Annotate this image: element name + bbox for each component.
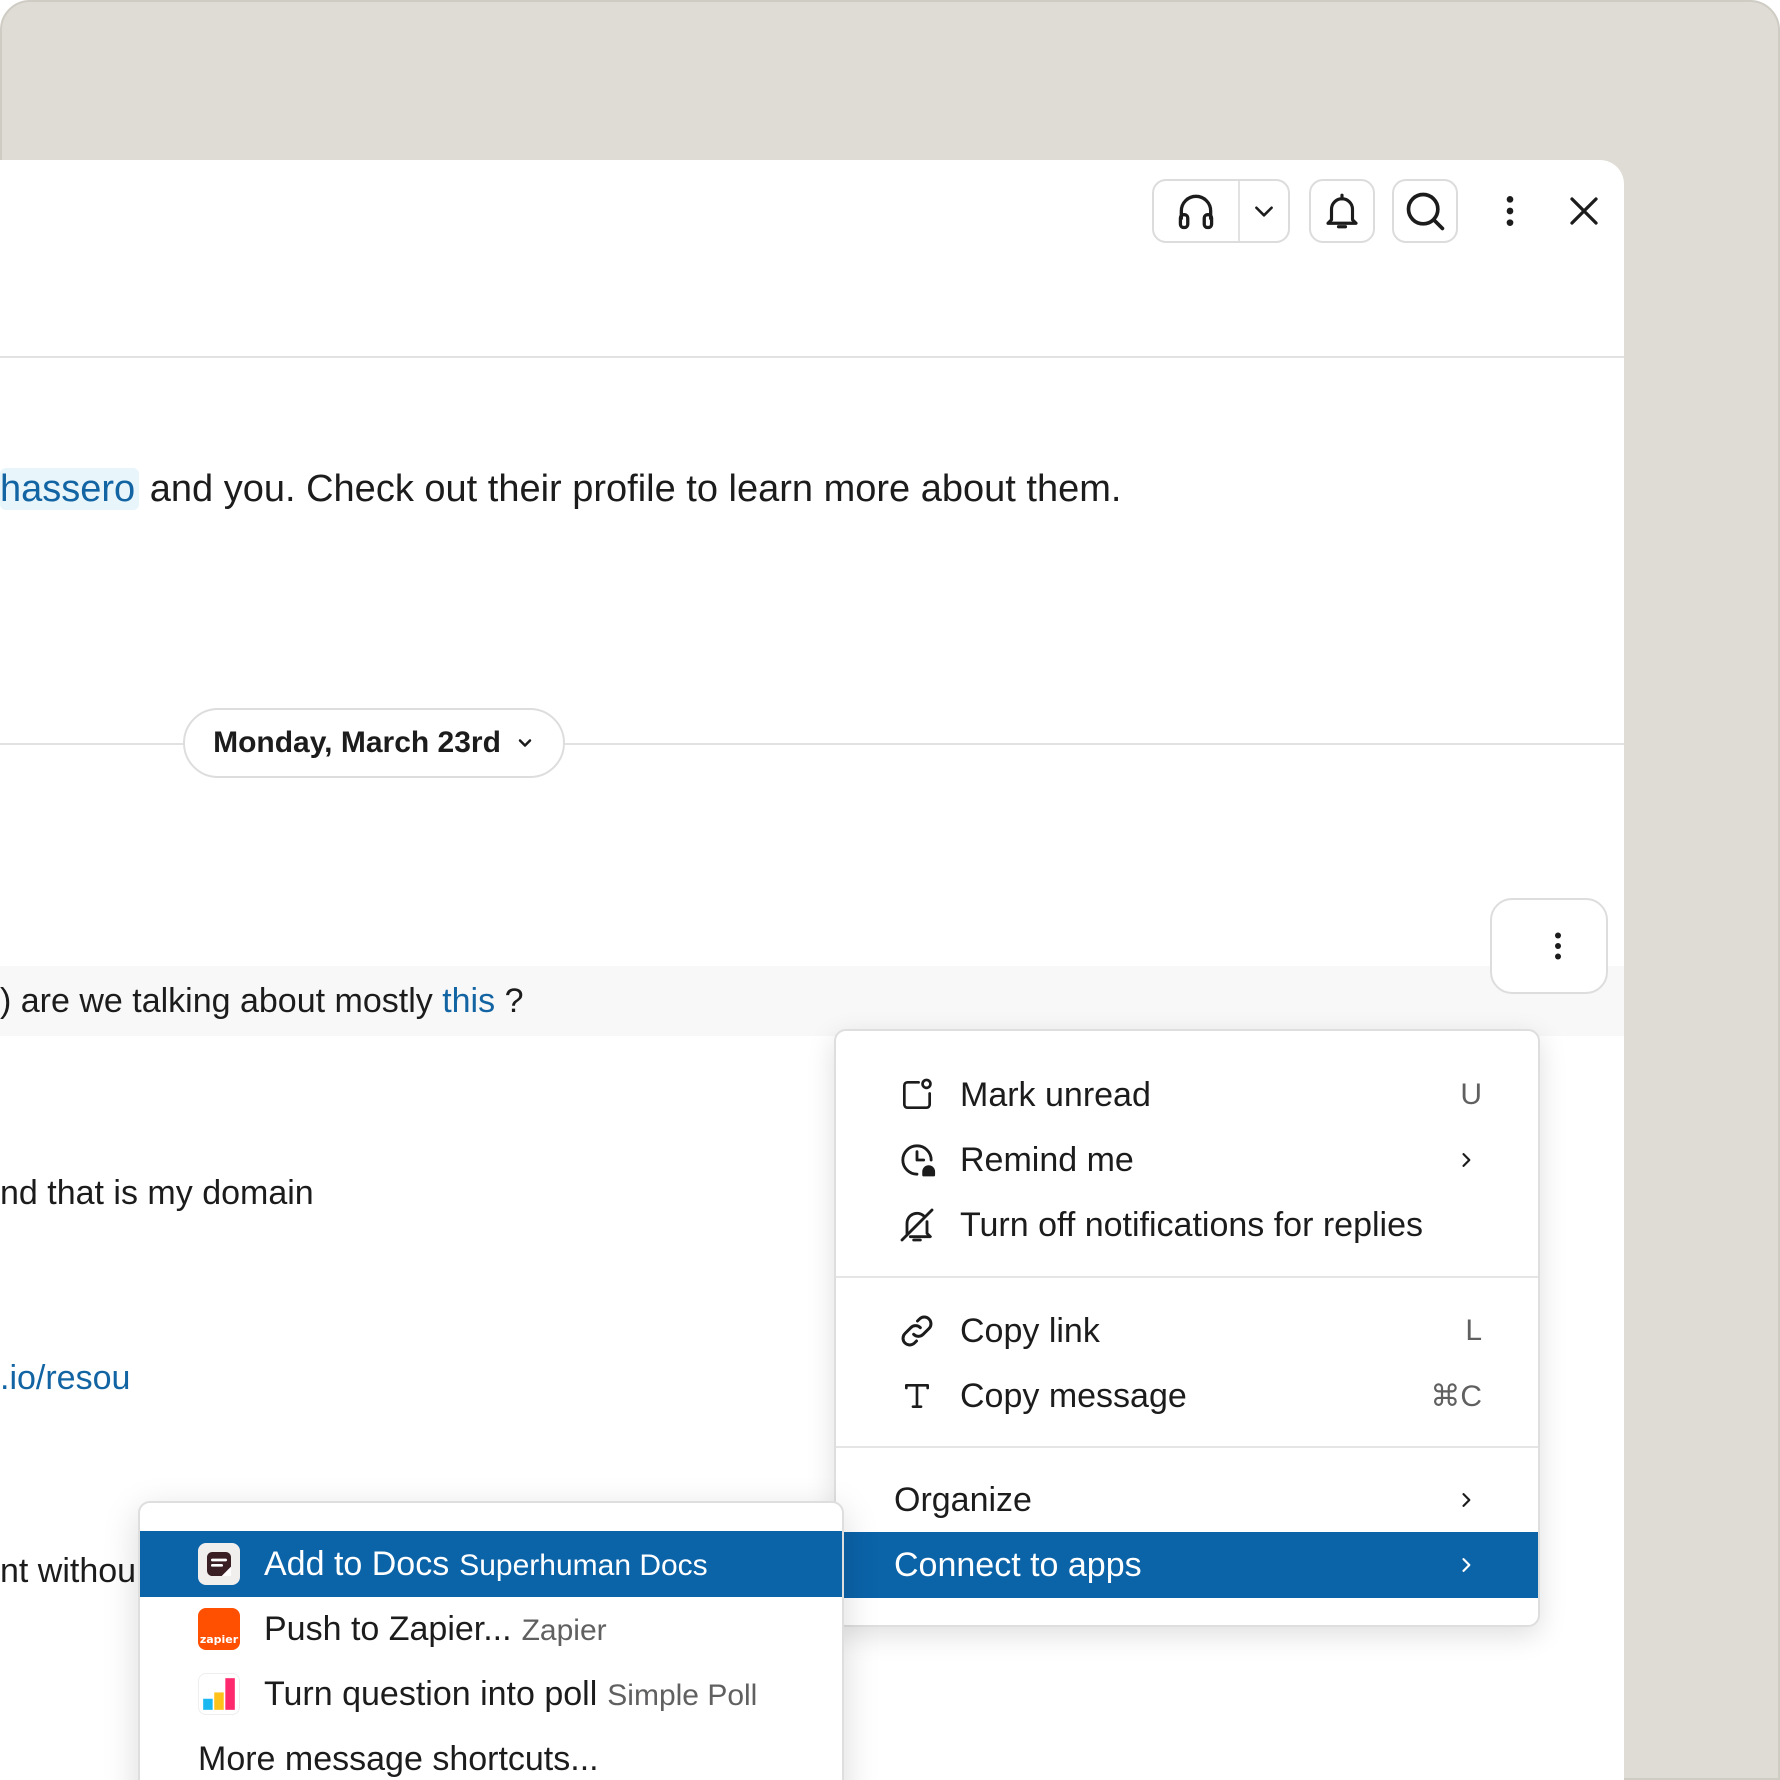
message-text: nd that is my domain (0, 1174, 314, 1212)
chevron-down-icon (1255, 206, 1273, 217)
chevron-down-icon (518, 739, 532, 747)
huddle-button[interactable] (1154, 181, 1240, 241)
superhuman-docs-icon (198, 1543, 240, 1585)
menu-item-label: Copy link (960, 1311, 1100, 1350)
link-icon (896, 1310, 938, 1352)
app-name: Superhuman Docs (459, 1548, 708, 1582)
app-name: Zapier (521, 1613, 607, 1647)
chevron-right-icon (1456, 1150, 1476, 1170)
keyboard-shortcut: ⌘C (1430, 1379, 1482, 1413)
menu-item-label: Turn off notifications for replies (960, 1205, 1424, 1244)
zapier-icon: zapier (198, 1608, 240, 1650)
message-text-suffix: ? (495, 982, 524, 1020)
headphones-icon (1178, 194, 1214, 230)
close-button[interactable] (1552, 179, 1616, 243)
message-context-menu: Mark unread U Remind me Turn off notific… (834, 1029, 1540, 1627)
huddle-button-group (1152, 179, 1290, 243)
chevron-right-icon (1456, 1555, 1476, 1575)
submenu-item-turn-question-into-poll[interactable]: Turn question into poll Simple Poll (140, 1661, 842, 1727)
keyboard-shortcut: U (1460, 1078, 1482, 1111)
message-row-hovered[interactable]: ) are we talking about mostly this ? (0, 966, 1624, 1036)
huddle-options-button[interactable] (1240, 181, 1288, 241)
menu-item-turn-off-notifications[interactable]: Turn off notifications for replies (836, 1192, 1538, 1258)
zapier-wordmark: zapier (199, 1633, 239, 1646)
action-name: Push to Zapier... (264, 1609, 512, 1648)
bell-icon (1326, 193, 1358, 229)
action-name: Turn question into poll (264, 1674, 598, 1713)
menu-item-label: Copy message (960, 1376, 1187, 1415)
vertical-ellipsis-icon (1555, 932, 1561, 960)
keyboard-shortcut: L (1465, 1314, 1482, 1347)
thread-panel: hassero and you. Check out their profile… (0, 160, 1624, 1780)
search-icon (1406, 192, 1445, 231)
connect-to-apps-submenu: Add to Docs Superhuman Docs zapier Push t… (138, 1501, 844, 1780)
simple-poll-icon (198, 1673, 240, 1715)
more-options-button[interactable] (1478, 179, 1542, 243)
menu-item-connect-to-apps[interactable]: Connect to apps (836, 1532, 1538, 1598)
panel-header (0, 160, 1624, 358)
message-actions-more-button[interactable] (1490, 898, 1608, 994)
submenu-item-push-to-zapier[interactable]: zapier Push to Zapier... Zapier (140, 1596, 842, 1662)
action-name: Add to Docs (264, 1544, 450, 1583)
mark-unread-icon (896, 1074, 938, 1116)
reminder-clock-icon (896, 1139, 938, 1181)
text-icon (896, 1375, 938, 1417)
submenu-item-add-to-docs[interactable]: Add to Docs Superhuman Docs (140, 1531, 842, 1597)
submenu-item-label: Add to Docs Superhuman Docs (264, 1545, 708, 1584)
app-name: Simple Poll (607, 1678, 758, 1712)
bell-off-icon (896, 1204, 938, 1246)
submenu-item-label: Push to Zapier... Zapier (264, 1610, 607, 1649)
message-link[interactable]: .io/resou (0, 1359, 130, 1397)
menu-item-remind-me[interactable]: Remind me (836, 1127, 1538, 1193)
menu-separator (836, 1446, 1538, 1448)
chevron-right-icon (1456, 1490, 1476, 1510)
menu-item-label: Organize (894, 1480, 1032, 1519)
close-icon (1570, 197, 1598, 225)
menu-item-copy-message[interactable]: Copy message ⌘C (836, 1363, 1538, 1429)
menu-item-organize[interactable]: Organize (836, 1467, 1538, 1533)
menu-separator (836, 1276, 1538, 1278)
menu-item-copy-link[interactable]: Copy link L (836, 1298, 1538, 1364)
submenu-item-label: Turn question into poll Simple Poll (264, 1675, 757, 1714)
message-text: nt withou (0, 1552, 137, 1590)
search-button[interactable] (1392, 179, 1458, 243)
message-link[interactable]: this (442, 982, 495, 1020)
menu-item-mark-unread[interactable]: Mark unread U (836, 1062, 1538, 1128)
menu-item-label: Connect to apps (894, 1545, 1142, 1584)
message-text: ) are we talking about mostly (0, 982, 443, 1020)
date-divider-button[interactable]: Monday, March 23rd (183, 708, 565, 778)
submenu-item-label: More message shortcuts... (198, 1739, 599, 1778)
date-label: Monday, March 23rd (213, 726, 501, 759)
submenu-item-more-shortcuts[interactable]: More message shortcuts... (140, 1726, 842, 1780)
vertical-ellipsis-icon (1506, 196, 1514, 226)
channel-intro-text: hassero and you. Check out their profile… (0, 462, 1121, 516)
intro-text: and you. Check out their profile to lear… (149, 468, 1122, 510)
menu-item-label: Remind me (960, 1140, 1134, 1179)
menu-item-label: Mark unread (960, 1075, 1151, 1114)
user-mention[interactable]: hassero (0, 468, 140, 510)
notifications-button[interactable] (1309, 179, 1375, 243)
